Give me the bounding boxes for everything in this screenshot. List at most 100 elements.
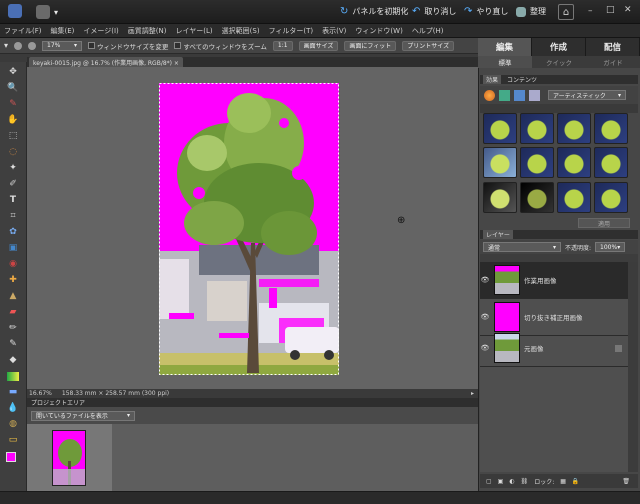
- lasso-tool-icon[interactable]: ◌: [5, 146, 21, 158]
- actual-pixels-button[interactable]: 1:1: [272, 40, 293, 51]
- subtab-full[interactable]: 標準: [478, 56, 532, 68]
- subtab-guided[interactable]: ガイド: [586, 56, 640, 68]
- menu-filter[interactable]: フィルター(T): [269, 26, 314, 36]
- gradient-tool-icon[interactable]: [5, 370, 21, 382]
- zoom-tool-icon[interactable]: 🔍: [5, 82, 21, 94]
- new-group-icon[interactable]: ▣: [498, 478, 504, 485]
- layer-row[interactable]: 👁 元画像: [480, 330, 628, 367]
- layer-row[interactable]: 👁 作業用画像: [480, 262, 628, 299]
- status-arrow-icon[interactable]: ▸: [471, 390, 474, 397]
- clone-stamp-tool-icon[interactable]: ▲: [5, 290, 21, 302]
- layer-styles-icon[interactable]: [499, 89, 510, 101]
- link-layers-icon[interactable]: ⛓: [521, 478, 529, 485]
- sponge-tool-icon[interactable]: ◍: [5, 418, 21, 430]
- subtab-quick[interactable]: クイック: [532, 56, 586, 68]
- photo-effects-icon[interactable]: [514, 89, 525, 101]
- apply-effect-button[interactable]: 適用: [578, 218, 630, 228]
- print-size-button[interactable]: プリントサイズ: [402, 40, 455, 51]
- effect-thumbnail[interactable]: [594, 147, 628, 179]
- trash-icon[interactable]: 🗑: [622, 478, 630, 485]
- effect-thumbnail[interactable]: [557, 147, 591, 179]
- effect-thumbnail[interactable]: [520, 181, 554, 213]
- tab-create[interactable]: 作成: [532, 38, 586, 56]
- eyedropper-tool-icon[interactable]: ✎: [5, 98, 21, 110]
- lock-transparent-icon[interactable]: ▦: [560, 478, 566, 485]
- menu-enhance[interactable]: 画質調整(N): [128, 26, 167, 36]
- fill-screen-button[interactable]: 画面にフィット: [344, 40, 397, 51]
- effect-thumbnail[interactable]: [594, 113, 628, 144]
- home-button[interactable]: ⌂: [558, 4, 574, 20]
- minimize-button[interactable]: –: [588, 6, 593, 16]
- zoom-out-option-icon[interactable]: [28, 41, 37, 50]
- workspace-menu-button[interactable]: ▾: [36, 5, 58, 19]
- menu-layer[interactable]: レイヤー(L): [175, 26, 212, 36]
- close-button[interactable]: ✕: [624, 5, 632, 15]
- effect-thumbnail[interactable]: [520, 113, 554, 144]
- zoom-in-option-icon[interactable]: [14, 41, 23, 50]
- red-eye-tool-icon[interactable]: ◉: [5, 258, 21, 270]
- marquee-tool-icon[interactable]: ⬚: [5, 130, 21, 142]
- quick-selection-tool-icon[interactable]: ✐: [5, 178, 21, 190]
- menu-file[interactable]: ファイル(F): [4, 26, 42, 36]
- menu-edit[interactable]: 編集(E): [51, 26, 75, 36]
- move-tool-icon[interactable]: ✥: [5, 66, 21, 78]
- effect-thumbnail[interactable]: [483, 147, 517, 179]
- organize-button[interactable]: 整理: [516, 6, 546, 17]
- eraser-tool-icon[interactable]: ▰: [5, 306, 21, 318]
- menu-help[interactable]: ヘルプ(H): [412, 26, 444, 36]
- document-image[interactable]: [159, 83, 339, 375]
- filters-icon[interactable]: [484, 89, 495, 101]
- adjustment-layer-icon[interactable]: ◐: [509, 478, 514, 485]
- all-effects-icon[interactable]: [529, 89, 540, 101]
- menu-view[interactable]: 表示(V): [322, 26, 346, 36]
- pencil-tool-icon[interactable]: ▭: [5, 434, 21, 446]
- zoom-readout[interactable]: 16.67%: [29, 390, 52, 397]
- tab-content[interactable]: コンテンツ: [507, 75, 537, 84]
- brush-tool-icon[interactable]: ✏: [5, 322, 21, 334]
- effect-thumbnail[interactable]: [483, 181, 517, 213]
- opacity-field[interactable]: 100% ▾: [595, 242, 626, 252]
- eye-icon[interactable]: 👁: [480, 313, 490, 321]
- project-thumbnail[interactable]: [52, 430, 86, 486]
- project-bin-dropdown[interactable]: 開いているファイルを表示 ▾: [31, 410, 135, 421]
- maximize-button[interactable]: □: [606, 5, 615, 15]
- tool-preset-icon[interactable]: ▾: [4, 41, 8, 50]
- eye-icon[interactable]: 👁: [480, 276, 490, 284]
- blend-mode-dropdown[interactable]: 通常 ▾: [483, 242, 561, 252]
- menu-image[interactable]: イメージ(I): [83, 26, 118, 36]
- healing-brush-tool-icon[interactable]: ✚: [5, 274, 21, 286]
- zoom-level-field[interactable]: 17% ▾: [42, 40, 83, 51]
- shape-tool-icon[interactable]: ▬: [5, 386, 21, 398]
- tab-edit[interactable]: 編集: [478, 38, 532, 56]
- filter-category-dropdown[interactable]: アーティスティック ▾: [548, 90, 626, 100]
- effect-thumbnail[interactable]: [483, 113, 517, 144]
- redo-button[interactable]: ↷ やり直し: [464, 6, 508, 17]
- effect-thumbnail[interactable]: [557, 181, 591, 213]
- type-tool-icon[interactable]: T: [5, 194, 21, 206]
- tab-share[interactable]: 配信: [586, 38, 640, 56]
- reset-panels-button[interactable]: ↻ パネルを初期化: [340, 6, 408, 17]
- cookie-cutter-tool-icon[interactable]: ✿: [5, 226, 21, 238]
- paint-bucket-tool-icon[interactable]: ◆: [5, 354, 21, 366]
- foreground-color-swatch[interactable]: [6, 452, 16, 462]
- effect-thumbnail[interactable]: [594, 181, 628, 213]
- blur-tool-icon[interactable]: 💧: [5, 402, 21, 414]
- layers-scrollbar[interactable]: [628, 262, 638, 472]
- effect-thumbnail[interactable]: [557, 113, 591, 144]
- resize-windows-checkbox[interactable]: ウィンドウサイズを変更: [88, 41, 168, 51]
- menu-select[interactable]: 選択範囲(S): [222, 26, 260, 36]
- fit-screen-button[interactable]: 画面サイズ: [298, 40, 339, 51]
- lock-all-icon[interactable]: 🔒: [572, 478, 579, 485]
- undo-button[interactable]: ↶ 取り消し: [412, 6, 456, 17]
- recompose-tool-icon[interactable]: ▣: [5, 242, 21, 254]
- effect-thumbnail[interactable]: [520, 147, 554, 179]
- document-tab[interactable]: keyaki-0015.jpg @ 16.7% (作業用画像, RGB/8*) …: [29, 57, 183, 67]
- new-layer-icon[interactable]: ▢: [486, 478, 492, 485]
- crop-tool-icon[interactable]: ⌗: [5, 210, 21, 222]
- zoom-all-checkbox[interactable]: すべてのウィンドウをズーム: [174, 41, 267, 51]
- hand-tool-icon[interactable]: ✋: [5, 114, 21, 126]
- eye-icon[interactable]: 👁: [480, 344, 490, 352]
- menu-window[interactable]: ウィンドウ(W): [355, 26, 402, 36]
- tab-effects[interactable]: 効果: [483, 75, 502, 84]
- smart-brush-tool-icon[interactable]: ✎: [5, 338, 21, 350]
